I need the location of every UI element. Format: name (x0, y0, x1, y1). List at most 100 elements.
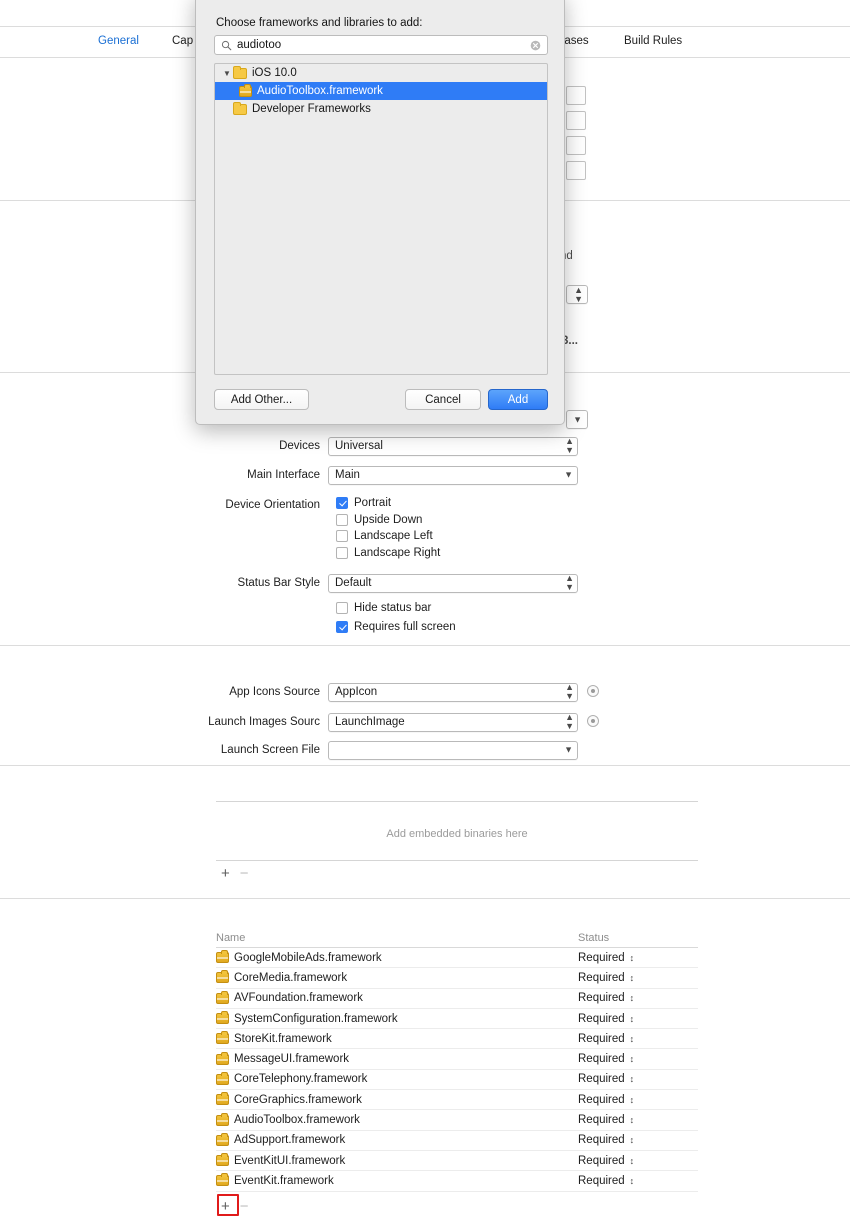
search-icon (221, 40, 232, 50)
framework-search-value: audiotoo (237, 39, 282, 51)
framework-name: EventKitUI.framework (234, 1154, 346, 1167)
checkbox-requires-full-screen-box[interactable] (336, 621, 348, 633)
table-row[interactable]: EventKit.framework Required ↕ (216, 1171, 698, 1192)
framework-status-popup[interactable]: Required ↕ (578, 952, 698, 964)
devices-label: Devices (279, 440, 320, 452)
ghost-field-team[interactable] (566, 161, 586, 180)
tab-general[interactable]: General (98, 35, 139, 47)
chevron-updown-icon: ▲ ▼ (565, 682, 574, 701)
framework-status: Required (578, 1174, 625, 1187)
embedded-binaries-remove-button[interactable]: − (240, 866, 249, 881)
framework-status-popup[interactable]: Required ↕ (578, 1134, 698, 1146)
table-row[interactable]: MessageUI.framework Required ↕ (216, 1049, 698, 1070)
folder-icon (233, 101, 247, 115)
table-row[interactable]: CoreTelephony.framework Required ↕ (216, 1070, 698, 1091)
clear-icon[interactable] (530, 40, 541, 51)
checkbox-landscape-left-label: Landscape Left (354, 530, 433, 542)
checkbox-portrait[interactable]: Portrait (336, 497, 391, 509)
framework-search-field[interactable]: audiotoo (214, 35, 548, 55)
embedded-binaries-dropzone[interactable]: Add embedded binaries here (216, 801, 698, 861)
framework-name: EventKit.framework (234, 1174, 334, 1187)
main-interface-combo[interactable]: Main ▼ (328, 465, 578, 485)
framework-status-popup[interactable]: Required ↕ (578, 1094, 698, 1106)
launch-screen-file-label: Launch Screen File (220, 744, 320, 756)
tab-build-rules[interactable]: Build Rules (624, 35, 682, 47)
launch-images-source-label: Launch Images Sourc (208, 716, 320, 728)
checkbox-landscape-right[interactable]: Landscape Right (336, 547, 440, 559)
framework-status-popup[interactable]: Required ↕ (578, 972, 698, 984)
chevron-updown-icon: ↕ (629, 1175, 634, 1186)
ghost-combo-deployment-target[interactable]: ▼ (566, 410, 588, 429)
table-row[interactable]: EventKitUI.framework Required ↕ (216, 1151, 698, 1172)
framework-status-popup[interactable]: Required ↕ (578, 1114, 698, 1126)
checkbox-hide-status-bar[interactable]: Hide status bar (336, 602, 431, 614)
status-bar-style-value: Default (335, 577, 372, 589)
checkbox-landscape-right-box[interactable] (336, 547, 348, 559)
table-row[interactable]: CoreMedia.framework Required ↕ (216, 968, 698, 989)
ghost-field-build[interactable] (566, 136, 586, 155)
ghost-field-version[interactable] (566, 111, 586, 130)
chevron-updown-icon: ▲ ▼ (574, 284, 583, 304)
checkbox-portrait-box[interactable] (336, 497, 348, 509)
framework-status-popup[interactable]: Required ↕ (578, 1013, 698, 1025)
app-icons-source-goto-button[interactable] (587, 685, 599, 697)
framework-status-popup[interactable]: Required ↕ (578, 1073, 698, 1085)
launch-screen-file-combo[interactable]: ▼ (328, 740, 578, 760)
table-row[interactable]: AdSupport.framework Required ↕ (216, 1131, 698, 1151)
table-row[interactable]: SystemConfiguration.framework Required ↕ (216, 1009, 698, 1030)
checkbox-upside-down-box[interactable] (336, 514, 348, 526)
launch-images-source-goto-button[interactable] (587, 715, 599, 727)
chevron-updown-icon: ↕ (629, 1094, 634, 1105)
column-header-status: Status (578, 931, 610, 944)
framework-status-popup[interactable]: Required ↕ (578, 1155, 698, 1167)
framework-status-popup[interactable]: Required ↕ (578, 992, 698, 1004)
framework-name: CoreGraphics.framework (234, 1093, 362, 1106)
status-bar-style-popup[interactable]: Default ▲ ▼ (328, 573, 578, 593)
checkbox-requires-full-screen[interactable]: Requires full screen (336, 621, 456, 633)
frameworks-remove-button[interactable]: − (240, 1199, 249, 1214)
framework-name: CoreTelephony.framework (234, 1073, 368, 1086)
launch-images-source-popup[interactable]: LaunchImage ▲ ▼ (328, 712, 578, 732)
tab-capabilities[interactable]: Cap (172, 35, 193, 47)
app-icons-source-popup[interactable]: AppIcon ▲ ▼ (328, 682, 578, 702)
framework-status-popup[interactable]: Required ↕ (578, 1175, 698, 1187)
ghost-field-bundle-id[interactable] (566, 86, 586, 105)
launch-images-source-value: LaunchImage (335, 716, 405, 728)
checkbox-upside-down-label: Upside Down (354, 514, 423, 526)
checkbox-upside-down[interactable]: Upside Down (336, 514, 422, 526)
disclosure-triangle-icon[interactable]: ▼ (221, 69, 233, 78)
table-row[interactable]: AVFoundation.framework Required ↕ (216, 989, 698, 1009)
outline-row-developer-frameworks[interactable]: Developer Frameworks (215, 100, 547, 118)
table-row[interactable]: GoogleMobileAds.framework Required ↕ (216, 948, 698, 969)
checkbox-hide-status-bar-box[interactable] (336, 602, 348, 614)
devices-popup[interactable]: Universal ▲ ▼ (328, 436, 578, 456)
framework-status-popup[interactable]: Required ↕ (578, 1053, 698, 1065)
embedded-binaries-add-button[interactable]: + (221, 866, 230, 881)
checkbox-landscape-left[interactable]: Landscape Left (336, 530, 433, 542)
outline-row-audiotoolbox[interactable]: AudioToolbox.framework (215, 82, 547, 100)
add-button[interactable]: Add (488, 389, 548, 410)
table-row[interactable]: StoreKit.framework Required ↕ (216, 1029, 698, 1050)
table-row[interactable]: AudioToolbox.framework Required ↕ (216, 1110, 698, 1131)
frameworks-add-button[interactable]: + (221, 1199, 230, 1214)
framework-name: AudioToolbox.framework (234, 1114, 360, 1127)
chevron-updown-icon: ↕ (629, 1135, 634, 1146)
ghost-popup-provisioning[interactable]: ▲ ▼ (566, 285, 588, 304)
row-device-orientation: Device Orientation (0, 494, 850, 516)
table-row[interactable]: CoreGraphics.framework Required ↕ (216, 1090, 698, 1111)
row-status-bar-style: Status Bar Style Default ▲ ▼ (0, 572, 850, 594)
checkbox-landscape-left-box[interactable] (336, 530, 348, 542)
add-other-button[interactable]: Add Other... (214, 389, 309, 410)
outline-row-label: iOS 10.0 (252, 67, 297, 79)
framework-status: Required (578, 1032, 625, 1045)
row-launch-screen-file: Launch Screen File ▼ (0, 739, 850, 761)
frameworks-table: Name Status GoogleMobileAds.framework Re… (216, 928, 698, 1192)
framework-icon (239, 83, 252, 97)
status-bar-style-label: Status Bar Style (237, 577, 320, 589)
chevron-updown-icon: ↕ (629, 1033, 634, 1044)
framework-name: AVFoundation.framework (234, 992, 363, 1005)
outline-row-ios-sdk[interactable]: ▼ iOS 10.0 (215, 64, 547, 82)
cancel-button[interactable]: Cancel (405, 389, 481, 410)
framework-outline-list[interactable]: ▼ iOS 10.0 AudioToolbox.framework Develo… (214, 63, 548, 375)
framework-status-popup[interactable]: Required ↕ (578, 1033, 698, 1045)
